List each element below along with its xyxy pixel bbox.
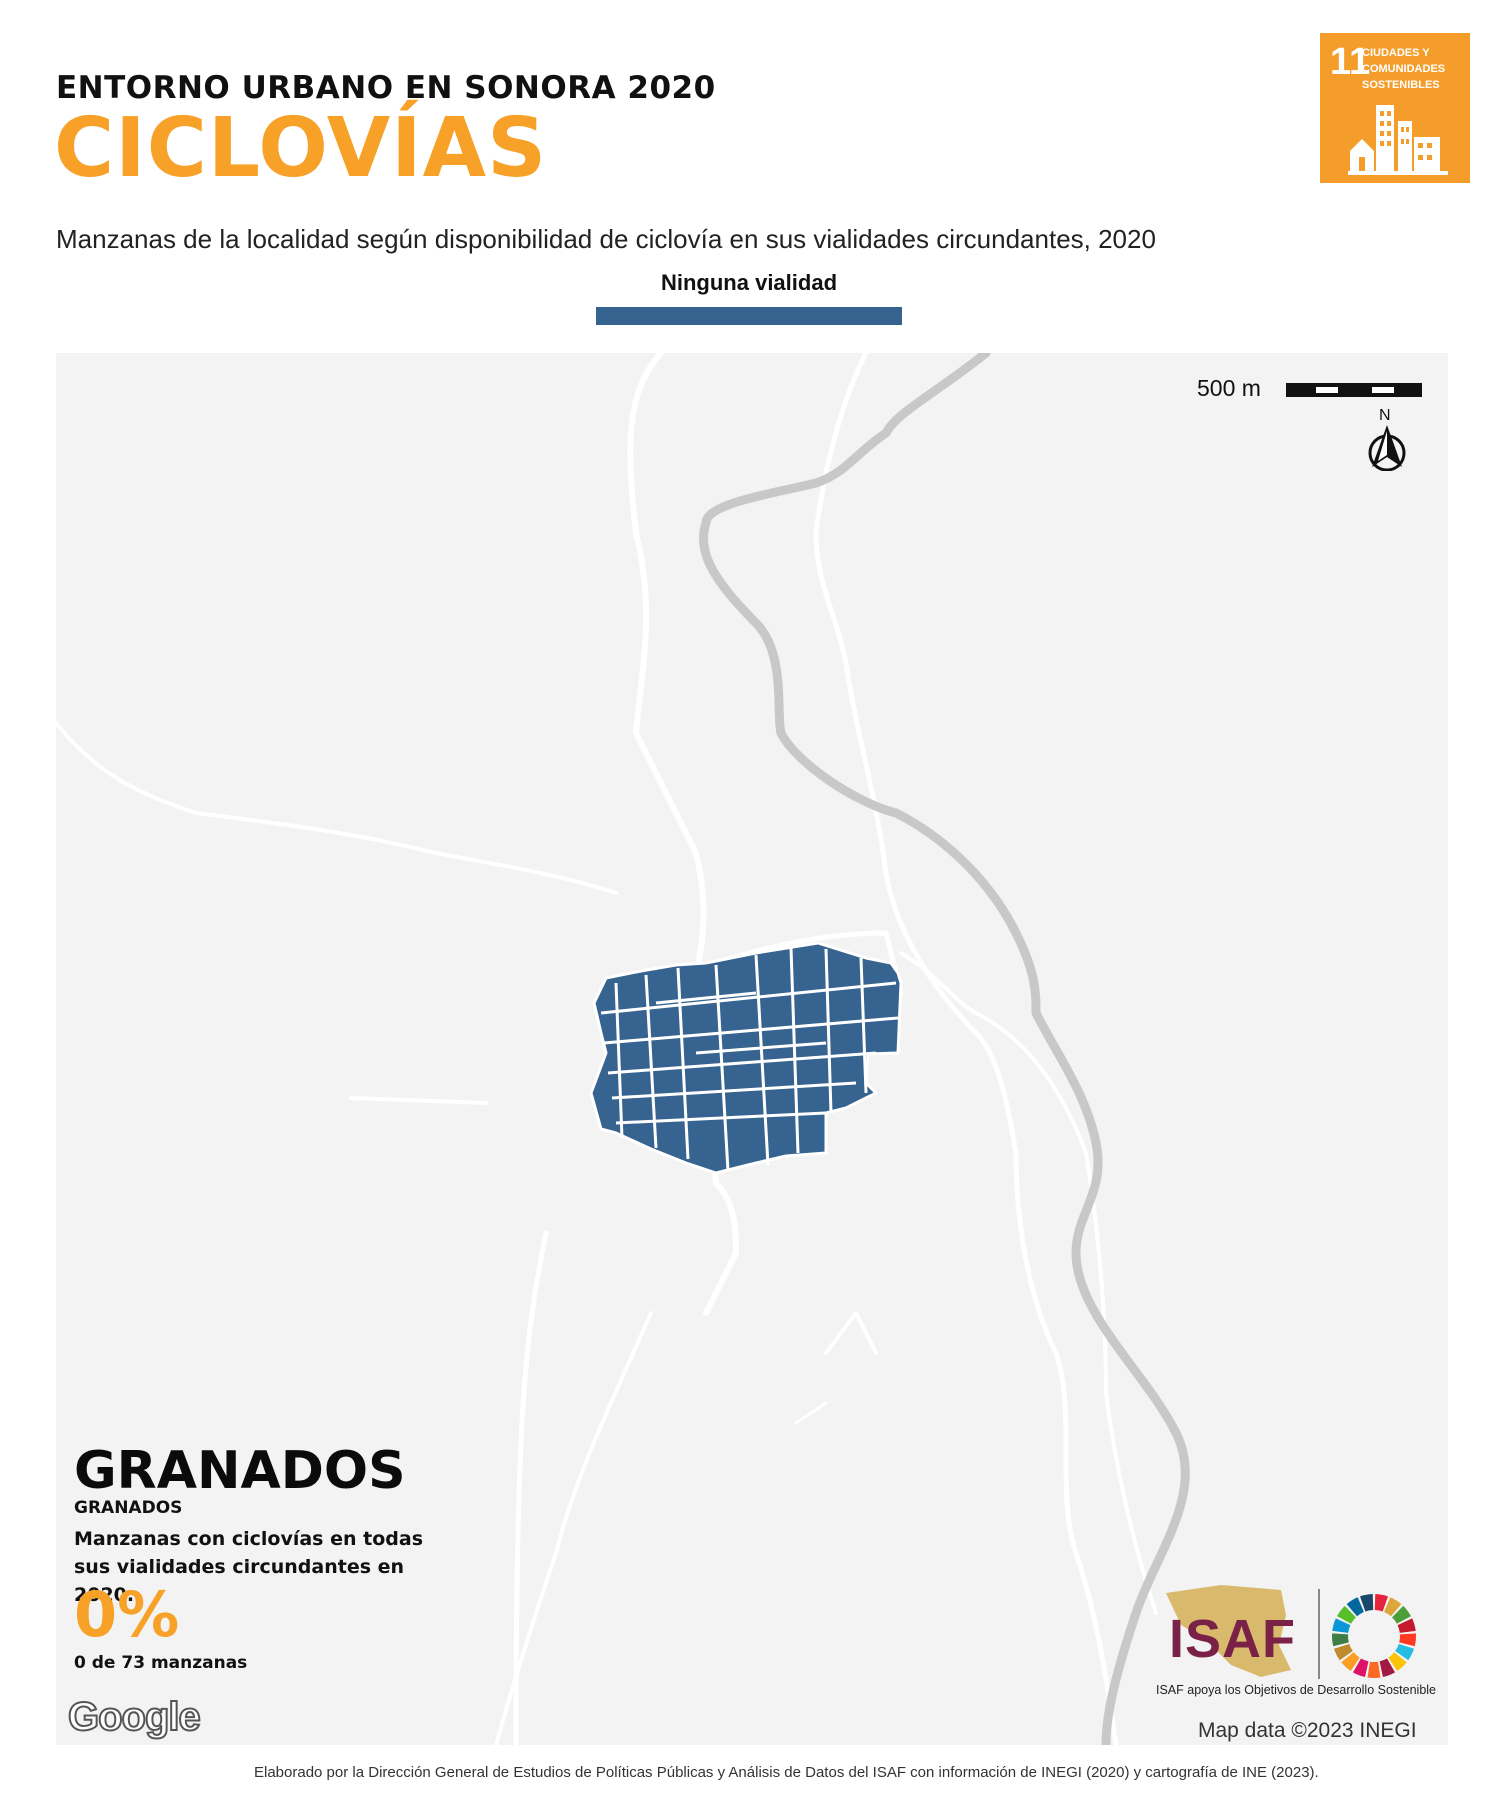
isaf-caption: ISAF apoya los Objetivos de Desarrollo S… [1156, 1683, 1437, 1697]
stat-percent: 0% [74, 1578, 180, 1651]
google-logo: Google [67, 1694, 202, 1740]
locality-name: GRANADOS [74, 1441, 406, 1501]
logo-divider [1318, 1589, 1320, 1679]
map-attribution: Map data ©2023 INEGI [1198, 1719, 1417, 1742]
sdg-label-line: COMUNIDADES [1362, 63, 1446, 75]
sdg-label-line: SOSTENIBLES [1362, 79, 1440, 91]
legend-label: Ninguna vialidad [660, 270, 838, 295]
road [794, 1401, 828, 1425]
scale-bar [1286, 383, 1422, 397]
city-blocks-outline [589, 941, 903, 1175]
sdg-wheel-segment [1399, 1633, 1416, 1647]
sdg-label: CIUDADES Y COMUNIDADES SOSTENIBLES [1362, 45, 1466, 93]
city-blocks [589, 941, 903, 1175]
subtitle: Manzanas de la localidad según disponibi… [56, 224, 1156, 254]
page-title: CICLOVÍAS [54, 101, 548, 196]
sdg-wheel-icon [1332, 1594, 1416, 1678]
locality-subname: GRANADOS [74, 1498, 183, 1518]
road [56, 721, 618, 895]
sdg-label-line: CIUDADES Y [1362, 47, 1430, 59]
stat-count: 0 de 73 manzanas [74, 1653, 248, 1673]
sdg-wheel-segment [1367, 1661, 1381, 1678]
isaf-logo: ISAF [1169, 1609, 1297, 1669]
road [824, 1311, 878, 1355]
legend-swatch [596, 307, 902, 325]
map-area[interactable]: 500 m N GRANADOS GRANADOS Manzanas con c… [56, 353, 1448, 1745]
city-buildings-icon [1348, 105, 1448, 175]
sdg-11-badge: 11 CIUDADES Y COMUNIDADES SOSTENIBLES [1320, 33, 1470, 183]
north-arrow-icon [1368, 425, 1406, 471]
scale-label: 500 m [1197, 375, 1261, 401]
footer-credit: Elaborado por la Dirección General de Es… [254, 1764, 1319, 1781]
road [349, 1096, 488, 1105]
sdg-wheel-segment [1332, 1633, 1349, 1647]
